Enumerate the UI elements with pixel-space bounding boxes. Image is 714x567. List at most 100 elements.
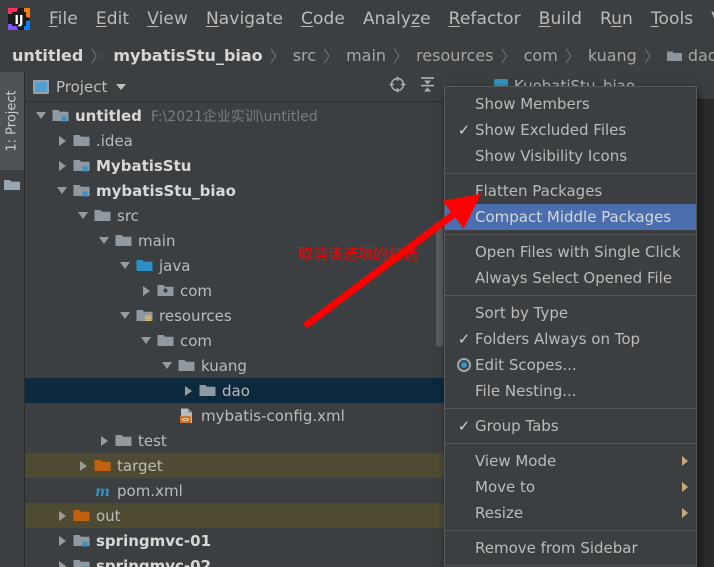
checkmark-icon: ✓	[453, 123, 475, 138]
breadcrumb-item-main[interactable]: main	[346, 46, 386, 65]
menu-item-group-tabs[interactable]: ✓Group Tabs	[445, 413, 696, 439]
menu-item-flatten-packages[interactable]: Flatten Packages	[445, 178, 696, 204]
tree-row[interactable]: mpom.xml	[25, 478, 445, 503]
tree-row[interactable]: springmvc-01	[25, 528, 445, 553]
tree-row[interactable]: test	[25, 428, 445, 453]
tree-row[interactable]: resources	[25, 303, 445, 328]
menu-separator	[445, 408, 696, 409]
chevron-down-icon[interactable]	[35, 109, 48, 122]
chevron-right-icon[interactable]	[56, 134, 69, 147]
menu-separator	[445, 530, 696, 531]
chevron-right-icon[interactable]	[56, 534, 69, 547]
menu-view[interactable]: View	[138, 7, 197, 31]
menu-edit[interactable]: Edit	[87, 7, 138, 31]
breadcrumb-item-kuang[interactable]: kuang	[588, 46, 637, 65]
menu-item-view-mode[interactable]: View Mode	[445, 448, 696, 474]
menu-code[interactable]: Code	[292, 7, 354, 31]
menu-item-resize[interactable]: Resize	[445, 500, 696, 526]
breadcrumb-separator: 〉	[558, 43, 588, 67]
menu-item-move-to[interactable]: Move to	[445, 474, 696, 500]
tree-row[interactable]: src	[25, 203, 445, 228]
project-tree-scrollbar[interactable]	[435, 72, 444, 567]
chevron-right-icon[interactable]	[182, 384, 195, 397]
menu-navigate[interactable]: Navigate	[197, 7, 292, 31]
menu-item-remove-from-sidebar[interactable]: Remove from Sidebar	[445, 535, 696, 561]
chevron-right-icon[interactable]	[56, 159, 69, 172]
tree-row[interactable]: untitledF:\2021企业实训\untitled	[25, 103, 445, 128]
breadcrumb[interactable]: untitled〉mybatisStu_biao〉src〉main〉resour…	[0, 38, 714, 72]
tree-row[interactable]: .idea	[25, 128, 445, 153]
menu-build[interactable]: Build	[530, 7, 591, 31]
chevron-right-icon[interactable]	[56, 559, 69, 567]
tree-row[interactable]: com	[25, 328, 445, 353]
menu-item-open-files-with-single-click[interactable]: Open Files with Single Click	[445, 239, 696, 265]
menu-item-show-excluded-files[interactable]: ✓Show Excluded Files	[445, 117, 696, 143]
tree-row[interactable]: dao	[25, 378, 445, 403]
breadcrumb-item-mybatisstu-biao[interactable]: mybatisStu_biao	[113, 46, 262, 65]
tree-row[interactable]: MybatisStu	[25, 153, 445, 178]
breadcrumb-item-untitled[interactable]: untitled	[12, 46, 83, 65]
module-folder-icon	[73, 533, 90, 548]
chevron-down-icon[interactable]	[140, 334, 153, 347]
menu-vcs[interactable]: VCS	[702, 7, 714, 31]
tree-row-label: springmvc-01	[96, 532, 211, 550]
chevron-right-icon[interactable]	[140, 284, 153, 297]
breadcrumb-item-com[interactable]: com	[524, 46, 558, 65]
excluded-folder-icon	[73, 508, 90, 523]
tree-row[interactable]: kuang	[25, 353, 445, 378]
breadcrumb-item-dao[interactable]: dao	[667, 46, 714, 65]
project-tree[interactable]: untitledF:\2021企业实训\untitled.ideaMybatis…	[25, 103, 445, 567]
tool-window-tab-project[interactable]: 1: Project	[0, 72, 24, 170]
chevron-right-icon[interactable]	[56, 509, 69, 522]
menu-refactor[interactable]: Refactor	[440, 7, 530, 31]
chevron-down-icon[interactable]	[98, 234, 111, 247]
chevron-right-icon[interactable]	[77, 459, 90, 472]
menu-item-label: View Mode	[475, 452, 682, 470]
menu-tools[interactable]: Tools	[642, 7, 702, 31]
menu-run[interactable]: Run	[591, 7, 642, 31]
chevron-down-icon[interactable]	[116, 84, 126, 90]
breadcrumb-label: com	[524, 46, 558, 65]
menu-item-label: Always Select Opened File	[475, 269, 696, 287]
tree-row-label: kuang	[201, 357, 247, 375]
chevron-down-icon[interactable]	[119, 309, 132, 322]
menu-file[interactable]: File	[40, 7, 87, 31]
breadcrumb-item-src[interactable]: src	[293, 46, 316, 65]
scroll-from-source-icon[interactable]	[389, 76, 406, 97]
breadcrumb-separator: 〉	[83, 43, 113, 67]
tree-row[interactable]: out	[25, 503, 445, 528]
project-tool-window: Project	[24, 72, 444, 567]
menu-item-always-select-opened-file[interactable]: Always Select Opened File	[445, 265, 696, 291]
menu-item-folders-always-on-top[interactable]: ✓Folders Always on Top	[445, 326, 696, 352]
menu-item-show-members[interactable]: Show Members	[445, 91, 696, 117]
project-view-options-context-menu[interactable]: Show Members ✓Show Excluded FilesShow Vis…	[444, 86, 697, 567]
breadcrumb-separator: 〉	[494, 43, 524, 67]
chevron-right-icon[interactable]	[98, 434, 111, 447]
tree-row[interactable]: java	[25, 253, 445, 278]
chevron-down-icon[interactable]	[119, 259, 132, 272]
menu-item-sort-by-type[interactable]: Sort by Type	[445, 300, 696, 326]
tree-row[interactable]: com	[25, 278, 445, 303]
breadcrumb-item-resources[interactable]: resources	[416, 46, 494, 65]
chevron-down-icon[interactable]	[77, 209, 90, 222]
menu-item-edit-scopes[interactable]: Edit Scopes...	[445, 352, 696, 378]
tree-row[interactable]: main	[25, 228, 445, 253]
menu-item-label: Open Files with Single Click	[475, 243, 696, 261]
chevron-down-icon[interactable]	[56, 184, 69, 197]
tree-row[interactable]: mybatisStu_biao	[25, 178, 445, 203]
menu-analyze[interactable]: Analyze	[354, 7, 440, 31]
chevron-down-icon[interactable]	[161, 359, 174, 372]
tree-row[interactable]: target	[25, 453, 445, 478]
menu-item-label: Show Members	[475, 95, 696, 113]
folder-icon	[115, 433, 132, 448]
tree-row[interactable]: <>mybatis-config.xml	[25, 403, 445, 428]
collapse-all-icon[interactable]	[420, 77, 435, 97]
menu-item-file-nesting[interactable]: File Nesting...	[445, 378, 696, 404]
tree-spacer	[161, 409, 174, 422]
menu-item-show-visibility-icons[interactable]: Show Visibility Icons	[445, 143, 696, 169]
menu-item-label: Folders Always on Top	[475, 330, 696, 348]
menu-item-compact-middle-packages[interactable]: Compact Middle Packages	[445, 204, 696, 230]
tree-row-label: springmvc-02	[96, 557, 211, 567]
tree-row[interactable]: springmvc-02	[25, 553, 445, 567]
folder-icon[interactable]	[4, 176, 20, 189]
